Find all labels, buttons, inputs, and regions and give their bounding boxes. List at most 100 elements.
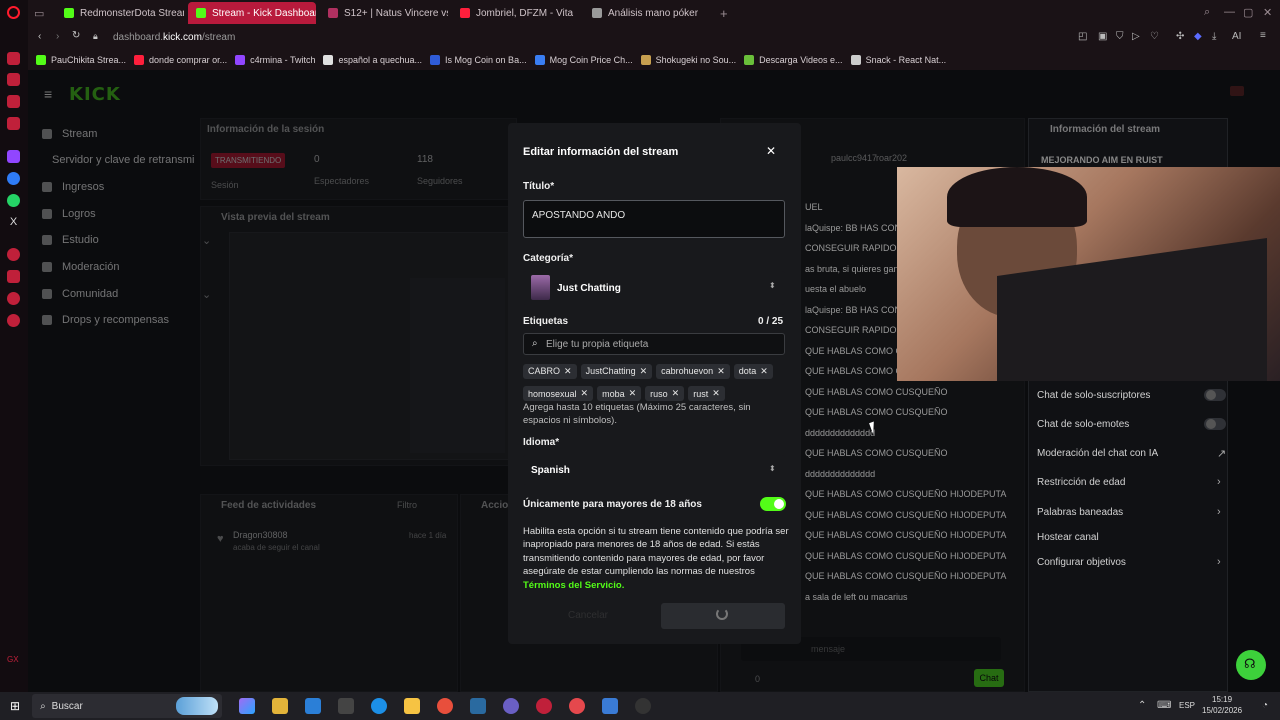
obs-icon[interactable] bbox=[635, 698, 652, 714]
bookmark-7[interactable]: Descarga Videos e... bbox=[744, 55, 843, 65]
bookmark-3[interactable]: español a quechua... bbox=[323, 55, 422, 65]
extensions-puzzle-icon[interactable]: ✣ bbox=[1176, 31, 1184, 42]
avatar[interactable] bbox=[1230, 86, 1244, 96]
setting-toggle[interactable] bbox=[1204, 418, 1226, 430]
app-icon[interactable] bbox=[338, 698, 355, 714]
activity-user[interactable]: Dragon30808 bbox=[233, 530, 288, 540]
setting-4[interactable]: Palabras baneadas bbox=[1037, 507, 1123, 518]
aria-icon[interactable] bbox=[7, 73, 20, 86]
steam-icon[interactable] bbox=[470, 698, 487, 714]
sidebar-item-1[interactable]: Servidor y clave de retransmi bbox=[52, 154, 194, 166]
opera-logo-icon[interactable] bbox=[7, 6, 20, 19]
remove-tag-icon[interactable]: ✕ bbox=[640, 366, 648, 377]
discord-icon[interactable] bbox=[503, 698, 520, 714]
setting-2[interactable]: Moderación del chat con IA bbox=[1037, 448, 1158, 459]
copilot-icon[interactable] bbox=[239, 698, 256, 714]
sidebar-item-5[interactable]: Moderación bbox=[42, 261, 119, 273]
bookmark-4[interactable]: Is Mog Coin on Ba... bbox=[430, 55, 527, 65]
tab-menu-icon[interactable]: ▭ bbox=[34, 7, 52, 20]
hamburger-icon[interactable]: ≡ bbox=[44, 86, 52, 102]
extension-icon[interactable]: ◆ bbox=[1194, 31, 1202, 42]
close-icon[interactable]: ✕ bbox=[766, 144, 776, 158]
gx-icon[interactable]: GX bbox=[7, 655, 20, 668]
bookmark-1[interactable]: donde comprar or... bbox=[134, 55, 227, 65]
cancel-button[interactable]: Cancelar bbox=[523, 603, 653, 629]
sidebar-item-0[interactable]: Stream bbox=[42, 128, 97, 140]
download-icon[interactable]: ⤓ bbox=[1212, 31, 1216, 42]
extensions-icon[interactable] bbox=[7, 292, 20, 305]
snapshot-icon[interactable]: ▣ bbox=[1098, 31, 1107, 42]
menu-icon[interactable]: ≡ bbox=[1260, 30, 1266, 41]
bookmark-2[interactable]: c4rmina - Twitch bbox=[235, 55, 315, 65]
language-indicator[interactable]: ESP bbox=[1179, 701, 1195, 710]
chat-user-1[interactable]: paulcc9417 bbox=[831, 153, 877, 163]
windows-start-icon[interactable]: ⊞ bbox=[10, 699, 20, 713]
crypto-wallet-icon[interactable] bbox=[7, 117, 20, 130]
filter-button[interactable]: Filtro bbox=[397, 500, 417, 510]
notifications-icon[interactable]: ◔ bbox=[1262, 700, 1268, 711]
sidebar-item-2[interactable]: Ingresos bbox=[42, 181, 104, 193]
vscode-icon[interactable] bbox=[305, 698, 322, 714]
refresh-icon[interactable] bbox=[7, 52, 20, 65]
twitch-icon[interactable] bbox=[7, 150, 20, 163]
remove-tag-icon[interactable]: ✕ bbox=[712, 388, 720, 399]
language-select[interactable]: Spanish ⬍ bbox=[523, 455, 785, 485]
edge-icon[interactable] bbox=[371, 698, 388, 714]
clock-time[interactable]: 15:19 bbox=[1212, 695, 1232, 704]
category-select[interactable]: Just Chatting ⬍ bbox=[523, 271, 785, 305]
setting-5[interactable]: Hostear canal bbox=[1037, 532, 1099, 543]
app-icon[interactable] bbox=[569, 698, 586, 714]
setting-1[interactable]: Chat de solo-emotes bbox=[1037, 419, 1129, 430]
settings-icon[interactable] bbox=[7, 314, 20, 327]
x-icon[interactable]: X bbox=[7, 216, 20, 229]
help-fab-button[interactable]: ☊ bbox=[1236, 650, 1266, 680]
forward-icon[interactable]: › bbox=[56, 31, 59, 42]
sidebar-item-6[interactable]: Comunidad ⌄ bbox=[42, 288, 211, 301]
remove-tag-icon[interactable]: ✕ bbox=[564, 366, 572, 377]
tab-2[interactable]: S12+ | Natus Vincere vs Te bbox=[320, 2, 448, 24]
chrome-icon[interactable] bbox=[437, 698, 454, 714]
keyboard-icon[interactable]: ⌨ bbox=[1157, 700, 1171, 711]
search-tabs-icon[interactable]: ⌕ bbox=[1204, 6, 1210, 19]
bookmark-5[interactable]: Mog Coin Price Ch... bbox=[534, 55, 633, 65]
bookmark-6[interactable]: Shokugeki no Sou... bbox=[640, 55, 736, 65]
close-window-button[interactable]: ✕ bbox=[1263, 6, 1272, 19]
messenger-icon[interactable] bbox=[7, 172, 20, 185]
remove-tag-icon[interactable]: ✕ bbox=[629, 388, 637, 399]
heart-icon[interactable]: ♡ bbox=[1150, 31, 1159, 42]
title-input[interactable]: APOSTANDO ANDO bbox=[523, 200, 785, 238]
tab-0[interactable]: RedmonsterDota Stream - bbox=[56, 2, 184, 24]
new-tab-button[interactable]: + bbox=[720, 6, 728, 21]
ai-button[interactable]: AI bbox=[1232, 31, 1241, 42]
setting-0[interactable]: Chat de solo-suscriptores bbox=[1037, 390, 1150, 401]
whatsapp-icon[interactable] bbox=[7, 194, 20, 207]
tray-chevron-icon[interactable]: ⌃ bbox=[1138, 700, 1146, 711]
chat-send-button[interactable]: Chat bbox=[974, 669, 1004, 687]
mail-icon[interactable] bbox=[7, 95, 20, 108]
tab-3[interactable]: Jombriel, DFZM - Vita bbox=[452, 2, 580, 24]
setting-3[interactable]: Restricción de edad bbox=[1037, 477, 1125, 488]
stream-preview[interactable] bbox=[229, 232, 514, 460]
maximize-button[interactable]: ▢ bbox=[1243, 6, 1253, 19]
minimize-button[interactable]: — bbox=[1224, 6, 1235, 18]
camera-icon[interactable]: ◰ bbox=[1078, 31, 1087, 42]
chat-user-2[interactable]: roar202 bbox=[876, 153, 907, 163]
mature-toggle[interactable] bbox=[760, 497, 786, 511]
sidebar-item-4[interactable]: Estudio ⌄ bbox=[42, 234, 211, 247]
bookmark-0[interactable]: PauChikita Strea... bbox=[36, 55, 126, 65]
opera-gx-icon[interactable] bbox=[536, 698, 553, 714]
sidebar-item-7[interactable]: Drops y recompensas bbox=[42, 314, 169, 326]
downloads-icon[interactable] bbox=[7, 270, 20, 283]
tags-input[interactable]: ⌕ Elige tu propia etiqueta bbox=[523, 333, 785, 355]
back-icon[interactable]: ‹ bbox=[38, 31, 41, 42]
setting-toggle[interactable] bbox=[1204, 389, 1226, 401]
sidebar-item-3[interactable]: Logros bbox=[42, 208, 96, 220]
url-field[interactable]: dashboard.kick.com/stream bbox=[113, 32, 235, 43]
remove-tag-icon[interactable]: ✕ bbox=[760, 366, 768, 377]
history-icon[interactable] bbox=[7, 248, 20, 261]
file-explorer-icon[interactable] bbox=[404, 698, 421, 714]
shield-icon[interactable]: ⛉ bbox=[1116, 31, 1124, 42]
tab-4[interactable]: Análisis mano póker bbox=[584, 2, 712, 24]
steam-icon[interactable] bbox=[602, 698, 619, 714]
reload-icon[interactable]: ↻ bbox=[72, 30, 80, 41]
